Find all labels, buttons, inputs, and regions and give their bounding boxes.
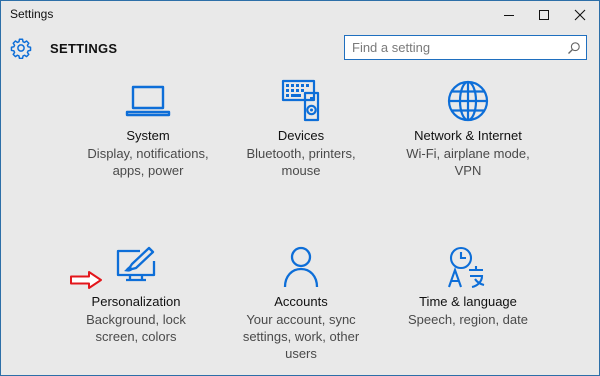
- tile-description: Bluetooth, printers, mouse: [246, 146, 356, 178]
- gear-icon: [10, 38, 32, 59]
- laptop-icon: [125, 85, 171, 117]
- maximize-icon: [539, 10, 549, 20]
- person-icon: [283, 246, 319, 288]
- minimize-icon: [504, 15, 514, 16]
- tile-description: Display, notifications, apps, power: [87, 146, 209, 178]
- search-box[interactable]: [344, 35, 587, 60]
- settings-window: Settings SETTINGS Find a setting System …: [0, 0, 600, 376]
- search-input[interactable]: [352, 39, 557, 56]
- red-arrow-icon: [70, 271, 102, 289]
- tile-description: Background, lock screen, colors: [86, 312, 186, 344]
- tile-description: Your account, sync settings, work, other…: [242, 312, 360, 361]
- tile-personalization[interactable]: Personalization Background, lock screen,…: [51, 245, 221, 345]
- tile-description: Speech, region, date: [408, 312, 528, 327]
- close-button[interactable]: [562, 1, 598, 29]
- minimize-button[interactable]: [491, 1, 527, 29]
- tile-network-internet[interactable]: Network & Internet Wi-Fi, airplane mode,…: [383, 79, 553, 179]
- tile-title: Personalization: [91, 294, 181, 309]
- tile-accounts[interactable]: Accounts Your account, sync settings, wo…: [216, 245, 386, 362]
- tile-description: Wi-Fi, airplane mode, VPN: [406, 146, 530, 178]
- search-icon[interactable]: [567, 41, 581, 55]
- tile-devices[interactable]: Devices Bluetooth, printers, mouse: [216, 79, 386, 179]
- tile-title: Accounts: [274, 294, 328, 309]
- tile-time-language[interactable]: Time & language Speech, region, date: [383, 245, 553, 328]
- window-title: Settings: [10, 7, 54, 21]
- close-icon: [574, 9, 586, 21]
- page-title: SETTINGS: [50, 41, 118, 56]
- clock-language-icon: [448, 246, 485, 289]
- paintbrush-monitor-icon: [116, 246, 156, 282]
- tile-title: System: [126, 128, 170, 143]
- title-bar[interactable]: Settings: [1, 1, 599, 29]
- tile-title: Devices: [277, 128, 325, 143]
- globe-icon: [447, 80, 489, 122]
- tile-title: Time & language: [419, 294, 517, 309]
- tile-system[interactable]: System Display, notifications, apps, pow…: [63, 79, 233, 179]
- maximize-button[interactable]: [526, 1, 562, 29]
- keyboard-speaker-icon: [281, 79, 320, 122]
- tile-title: Network & Internet: [414, 128, 522, 143]
